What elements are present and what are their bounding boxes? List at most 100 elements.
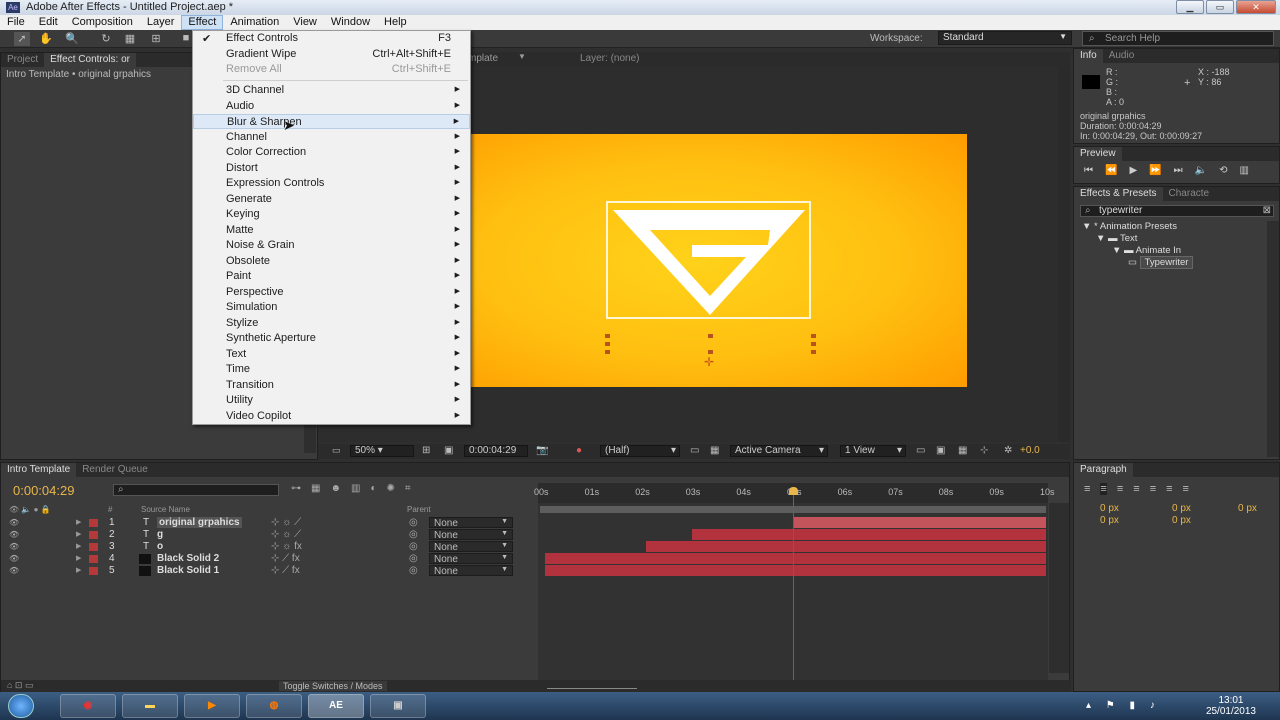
menu-item-distort[interactable]: Distort ▶ [193,161,470,176]
fast-previews-icon[interactable]: ▣ [936,445,945,456]
menu-item-stylize[interactable]: Stylize ▶ [193,316,470,331]
transparency-grid-icon[interactable]: ▦ [710,445,719,456]
safe-zones-icon[interactable]: ⊞ [422,445,430,456]
menu-item-text[interactable]: Text ▶ [193,347,470,362]
next-frame-icon[interactable]: ⏩ [1149,165,1161,176]
align-left-icon[interactable]: ≡ [1084,483,1090,495]
draft-3d-icon[interactable]: ▦ [311,483,320,494]
shy-layers-icon[interactable]: ☻ [330,483,341,494]
camera-tool-icon[interactable]: ▦ [122,32,138,46]
menu-item-3d-channel[interactable]: 3D Channel ▶ [193,83,470,98]
table-row[interactable]: 👁 ▶ 1 T original grpahics ⊹ ☼ ⟋ ◎ None ▼ [1,517,538,529]
close-button[interactable]: ✕ [1236,0,1276,14]
layer-name[interactable]: Black Solid 2 [157,553,219,564]
visibility-eye-icon[interactable]: 👁 [9,554,19,563]
tab-effects-presets[interactable]: Effects & Presets [1074,187,1163,201]
layer-switches[interactable]: ⊹ ☼ fx [271,541,302,552]
minimize-button[interactable]: ▁ [1176,0,1204,14]
zoom-slider[interactable] [547,681,637,689]
effects-search-input[interactable]: ⌕ typewriter ⊠ [1080,205,1274,217]
tab-intro-template[interactable]: Intro Template [1,463,77,477]
layer-label-color[interactable] [89,531,98,539]
expand-triangle-icon[interactable]: ▶ [76,518,81,526]
region-of-interest-icon[interactable]: ▭ [690,445,699,456]
menu-item-video-copilot[interactable]: Video Copilot ▶ [193,409,470,424]
menu-window[interactable]: Window [324,15,377,30]
time-graph[interactable]: 00s01s02s03s04s05s06s07s08s09s10s [534,483,1055,685]
last-frame-icon[interactable]: ⏭ [1174,165,1183,176]
parent-dropdown[interactable]: None ▼ [429,553,513,565]
composition-canvas[interactable]: ✛ [468,134,967,387]
space-after-value[interactable]: 0 px [1172,515,1191,526]
menu-layer[interactable]: Layer [140,15,182,30]
tree-typewriter[interactable]: ▭ Typewriter [1082,256,1194,269]
first-line-indent-value[interactable]: 0 px [1238,503,1257,514]
layer-name[interactable]: original grpahics [157,517,242,528]
menu-item-transition[interactable]: Transition ▶ [193,378,470,393]
visibility-eye-icon[interactable]: 👁 [9,530,19,539]
tab-character[interactable]: Characte [1163,187,1216,201]
parent-dropdown[interactable]: None ▼ [429,529,513,541]
pan-behind-tool-icon[interactable]: ⊞ [148,32,164,46]
menu-item-obsolete[interactable]: Obsolete ▶ [193,254,470,269]
taskbar-clock[interactable]: 13:01 25/01/2013 [1206,695,1256,717]
viewer-scrollbar[interactable] [1058,66,1070,442]
tab-composition[interactable]: mplate [468,53,498,64]
table-row[interactable]: 👁 ▶ 5 Black Solid 1 ⊹ ⟋ fx ◎ None ▼ [1,565,538,577]
menu-item-effect-controls[interactable]: ✔ Effect Controls F3 [193,31,470,46]
menu-item-expression-controls[interactable]: Expression Controls ▶ [193,176,470,191]
tree-animation-presets[interactable]: ▼ * Animation Presets [1082,221,1193,233]
layer-search-input[interactable]: ⌕ [113,484,279,496]
taskbar-video-app[interactable]: ▣ [370,694,426,718]
workspace-dropdown[interactable]: Standard ▼ [938,31,1072,45]
layer-switches[interactable]: ⊹ ⟋ fx [271,553,300,564]
audio-icon[interactable]: 🔈 [1195,165,1207,176]
parent-dropdown[interactable]: None ▼ [429,565,513,577]
camera-dropdown[interactable]: Active Camera ▾ [730,445,828,457]
menu-item-channel[interactable]: Channel ▶ [193,130,470,145]
menu-item-synthetic-aperture[interactable]: Synthetic Aperture ▶ [193,331,470,346]
menu-item-blur-sharpen[interactable]: Blur & Sharpen ▶ [193,114,470,129]
comp-flowchart-icon[interactable]: ⊶ [291,483,301,494]
menu-item-utility[interactable]: Utility ▶ [193,393,470,408]
expand-triangle-icon[interactable]: ▶ [76,554,81,562]
layer-duration-bar[interactable] [691,529,1046,540]
menu-composition[interactable]: Composition [65,15,140,30]
column-source-name[interactable]: Source Name [141,505,190,514]
menu-item-perspective[interactable]: Perspective ▶ [193,285,470,300]
reset-exposure-icon[interactable]: ✲ [1004,445,1012,456]
playhead[interactable] [793,489,794,685]
menu-item-color-correction[interactable]: Color Correction ▶ [193,145,470,160]
expand-triangle-icon[interactable]: ▶ [76,566,81,574]
parent-dropdown[interactable]: None ▼ [429,517,513,529]
menu-item-noise-grain[interactable]: Noise & Grain ▶ [193,238,470,253]
resolution-dropdown[interactable]: (Half) ▾ [600,445,680,457]
table-row[interactable]: 👁 ▶ 4 Black Solid 2 ⊹ ⟋ fx ◎ None ▼ [1,553,538,565]
visibility-eye-icon[interactable]: 👁 [9,518,19,527]
tab-effect-controls[interactable]: Effect Controls: or [44,53,136,67]
layer-switches[interactable]: ⊹ ☼ ⟋ [271,529,301,540]
magnification-dropdown[interactable]: 50% ▾ [350,445,414,457]
tray-icons[interactable]: ▴ ⚑ ▮ ♪ [1086,700,1161,711]
flowchart-icon[interactable]: ⊹ [980,445,988,456]
clear-search-icon[interactable]: ⊠ [1263,206,1271,216]
taskbar-chrome[interactable]: ◉ [60,694,116,718]
tree-text[interactable]: ▼ ▬ Text [1082,233,1193,245]
tab-info[interactable]: Info [1074,49,1103,63]
selection-tool-icon[interactable]: ➚ [14,32,30,46]
expand-triangle-icon[interactable]: ▶ [76,530,81,538]
graph-editor-icon[interactable]: ⌗ [405,483,411,494]
expand-triangle-icon[interactable]: ▶ [76,542,81,550]
toggle-pixel-aspect-icon[interactable]: ▭ [916,445,925,456]
menu-file[interactable]: File [0,15,32,30]
tab-layer[interactable]: Layer: (none) [580,53,639,64]
ram-preview-icon[interactable]: ▥ [1239,165,1248,176]
layer-label-color[interactable] [89,543,98,551]
maximize-button[interactable]: ▭ [1206,0,1234,14]
effects-scrollbar[interactable] [1267,221,1279,457]
visibility-eye-icon[interactable]: 👁 [9,566,19,575]
parent-dropdown[interactable]: None ▼ [429,541,513,553]
previous-frame-icon[interactable]: ⏪ [1105,165,1117,176]
anchor-point-icon[interactable]: ✛ [704,355,714,369]
parent-pickwhip-icon[interactable]: ◎ [409,529,418,540]
